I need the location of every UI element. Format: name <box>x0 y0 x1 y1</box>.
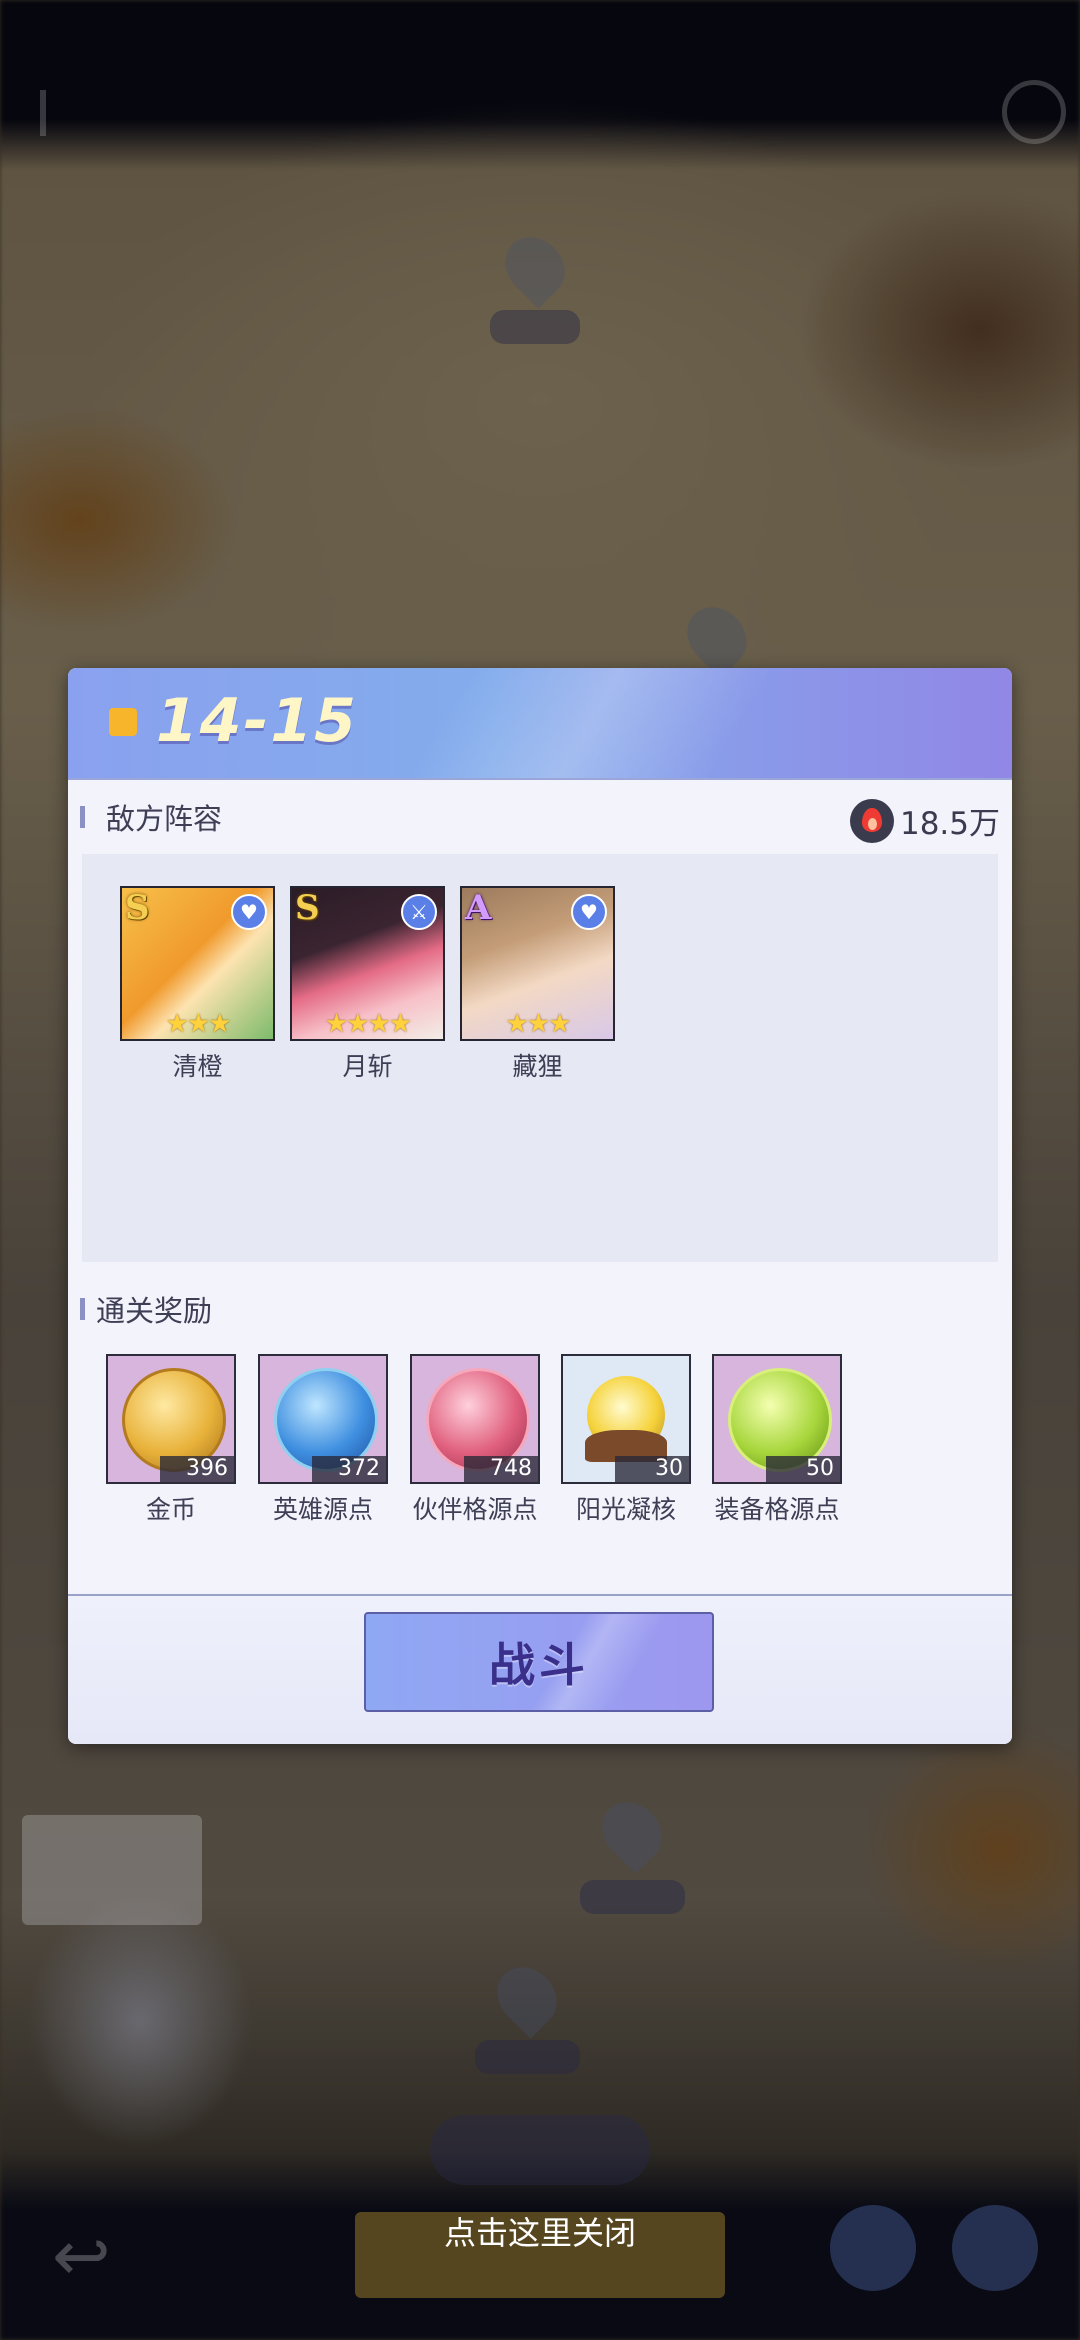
hero-portrait[interactable]: S ⚔ ★★★★ <box>290 886 445 1041</box>
heart-icon: ♥ <box>571 894 607 930</box>
close-hint[interactable]: 点击这里关闭 <box>0 2208 1080 2254</box>
enemy-hero[interactable]: S ⚔ ★★★★ 月斩 <box>290 886 445 1083</box>
fire-icon <box>849 798 894 843</box>
dialog-header: 14-15 <box>68 668 1012 780</box>
hero-stars: ★★★★ <box>324 1009 412 1039</box>
map-label <box>490 310 580 344</box>
hero-portrait[interactable]: A ♥ ★★★ <box>460 886 615 1041</box>
reward-count: 30 <box>615 1456 689 1482</box>
reward-name: 伙伴格源点 <box>412 1495 538 1524</box>
level-marker-icon <box>109 708 137 736</box>
reward-item[interactable]: 372 英雄源点 <box>258 1354 388 1526</box>
reward-name: 英雄源点 <box>272 1495 373 1524</box>
hero-name: 月斩 <box>342 1052 393 1081</box>
map-legend <box>22 1815 202 1925</box>
help-icon <box>1002 80 1066 144</box>
stage-info-dialog: 14-15 敌方阵容 18.5万 S ♥ ★★★ 清橙 S ⚔ ★★★★ 月斩 … <box>68 668 1012 1744</box>
map-label <box>580 1880 685 1914</box>
enemy-section-title: 敌方阵容 <box>106 802 223 836</box>
enemy-power: 18.5万 <box>849 798 1000 843</box>
hero-rank: S <box>125 888 150 928</box>
map-label <box>475 2040 580 2074</box>
reward-count: 372 <box>312 1456 386 1482</box>
reward-card[interactable]: 372 <box>258 1354 388 1484</box>
section-marker <box>80 806 85 828</box>
hero-name: 清橙 <box>172 1052 223 1081</box>
reward-count: 50 <box>766 1456 840 1482</box>
heart-icon: ♥ <box>231 894 267 930</box>
hero-rank: S <box>295 888 320 928</box>
power-value: 18.5万 <box>899 806 1000 842</box>
reward-name: 金币 <box>145 1495 196 1524</box>
hero-portrait[interactable]: S ♥ ★★★ <box>120 886 275 1041</box>
map-button <box>430 2115 650 2185</box>
fight-button[interactable]: 战斗 <box>364 1612 714 1712</box>
enemy-hero[interactable]: S ♥ ★★★ 清橙 <box>120 886 275 1083</box>
hero-name: 藏狸 <box>512 1052 563 1081</box>
reward-item[interactable]: 50 装备格源点 <box>712 1354 842 1526</box>
reward-count: 396 <box>160 1456 234 1482</box>
sword-icon: ⚔ <box>401 894 437 930</box>
enemy-hero[interactable]: A ♥ ★★★ 藏狸 <box>460 886 615 1083</box>
reward-card[interactable]: 50 <box>712 1354 842 1484</box>
reward-name: 装备格源点 <box>714 1495 840 1524</box>
reward-card[interactable]: 30 <box>561 1354 691 1484</box>
hero-stars: ★★★ <box>505 1009 572 1039</box>
reward-card[interactable]: 396 <box>106 1354 236 1484</box>
reward-item[interactable]: 30 阳光凝核 <box>561 1354 691 1526</box>
reward-item[interactable]: 748 伙伴格源点 <box>410 1354 540 1526</box>
rewards-section-title: 通关奖励 <box>96 1294 213 1328</box>
stage-level-title: 14-15 <box>156 686 358 756</box>
reward-name: 阳光凝核 <box>575 1495 676 1524</box>
reward-card[interactable]: 748 <box>410 1354 540 1484</box>
hero-rank: A <box>465 888 492 928</box>
back-icon <box>40 90 72 136</box>
section-marker <box>80 1298 85 1320</box>
hero-stars: ★★★ <box>165 1009 232 1039</box>
reward-count: 748 <box>464 1456 538 1482</box>
reward-item[interactable]: 396 金币 <box>106 1354 236 1526</box>
